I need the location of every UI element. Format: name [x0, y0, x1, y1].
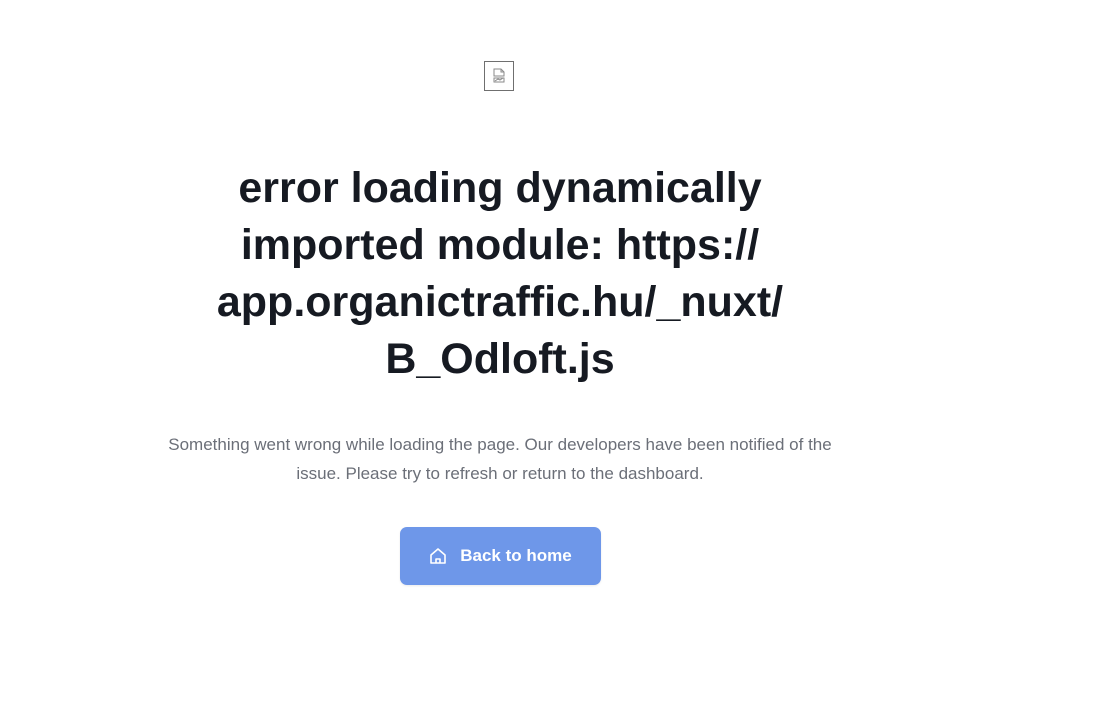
image-placeholder-icon: [493, 68, 505, 83]
back-to-home-label: Back to home: [460, 546, 572, 565]
back-to-home-button[interactable]: Back to home: [399, 527, 601, 585]
home-icon: [430, 548, 447, 564]
broken-image-icon: [484, 61, 514, 91]
error-page: error loading dynamically imported modul…: [0, 0, 1110, 718]
error-message: Something went wrong while loading the p…: [168, 435, 832, 483]
error-content: error loading dynamically imported modul…: [150, 160, 850, 585]
error-title: error loading dynamically imported modul…: [216, 164, 784, 383]
